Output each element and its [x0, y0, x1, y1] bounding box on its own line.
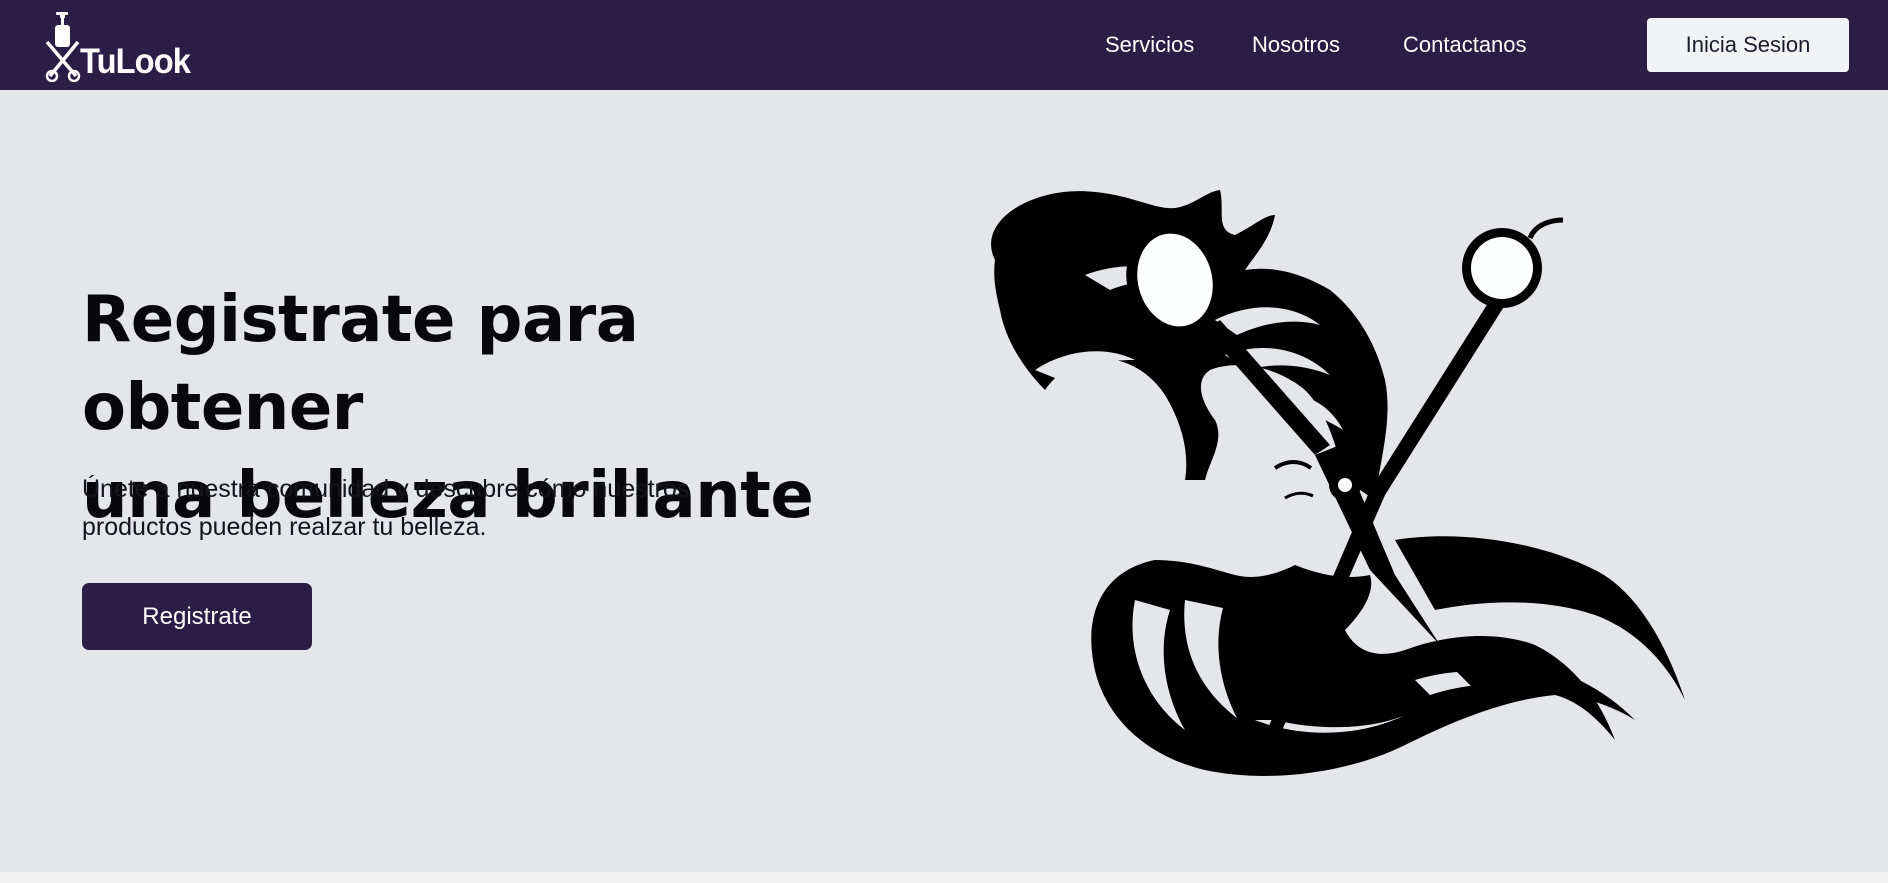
nav-link-servicios[interactable]: Servicios	[1105, 30, 1194, 60]
page-bottom-edge	[0, 872, 1888, 883]
nav-link-contactanos[interactable]: Contactanos	[1403, 30, 1527, 60]
hero-subtitle-line-2: productos pueden realzar tu belleza.	[82, 513, 487, 541]
nav-link-nosotros[interactable]: Nosotros	[1252, 30, 1340, 60]
login-button[interactable]: Inicia Sesion	[1647, 18, 1849, 72]
scissors-bottle-icon: TuLook	[45, 12, 192, 82]
brand-logo[interactable]: TuLook	[44, 10, 194, 82]
top-navbar: TuLook Servicios Nosotros Contactanos In…	[0, 0, 1888, 90]
svg-text:TuLook: TuLook	[80, 42, 191, 81]
hero-subtitle-line-1: Únete a nuestra comunidad y descubre cóm…	[82, 475, 690, 503]
register-button[interactable]: Registrate	[82, 583, 312, 650]
hero-title-line-1: Registrate para obtener	[82, 283, 639, 445]
woman-hair-scissors-illustration	[975, 180, 1755, 800]
hero-subtitle: Únete a nuestra comunidad y descubre cóm…	[82, 470, 722, 546]
